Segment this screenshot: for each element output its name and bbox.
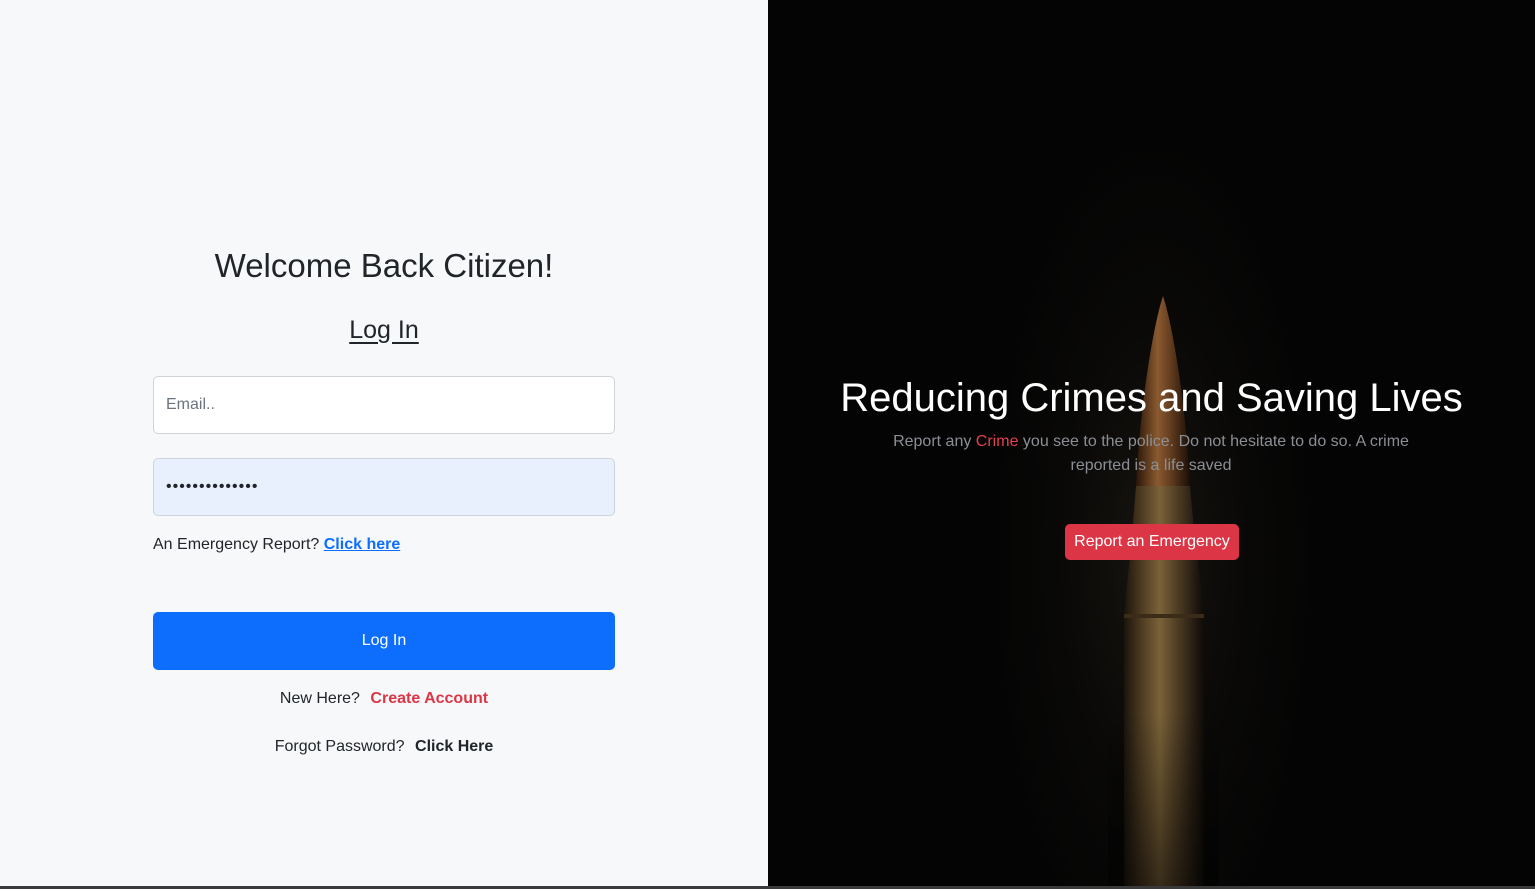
new-here-text: New Here? <box>279 690 360 707</box>
create-account-link[interactable]: Create Account <box>370 690 488 707</box>
emergency-report-link[interactable]: Click here <box>324 536 400 553</box>
hero-title: Reducing Crimes and Saving Lives <box>840 376 1463 420</box>
forgot-password-link[interactable]: Click Here <box>415 738 493 755</box>
welcome-heading: Welcome Back Citizen! <box>214 247 554 284</box>
hero-description: Report any Crime you see to the police. … <box>886 430 1416 478</box>
login-heading: Log In <box>349 316 419 344</box>
hero-panel: Reducing Crimes and Saving Lives Report … <box>768 0 1535 886</box>
emergency-report-prompt: An Emergency Report? <box>153 536 324 553</box>
forgot-password-row: Forgot Password? Click Here <box>0 737 768 757</box>
login-panel: Welcome Back Citizen! Log In An Emergenc… <box>0 0 768 886</box>
hero-text-after: you see to the police. Do not hesitate t… <box>1018 433 1409 474</box>
create-account-row: New Here? Create Account <box>0 689 768 709</box>
email-input[interactable] <box>153 376 615 434</box>
report-emergency-button[interactable]: Report an Emergency <box>1065 524 1239 560</box>
password-input[interactable] <box>153 458 615 516</box>
forgot-password-text: Forgot Password? <box>274 738 405 755</box>
emergency-report-row: An Emergency Report? Click here <box>153 535 400 555</box>
hero-text-crime: Crime <box>975 433 1019 450</box>
login-button[interactable]: Log In <box>153 612 615 670</box>
login-page: Welcome Back Citizen! Log In An Emergenc… <box>0 0 1535 889</box>
hero-text-before: Report any <box>893 433 976 450</box>
